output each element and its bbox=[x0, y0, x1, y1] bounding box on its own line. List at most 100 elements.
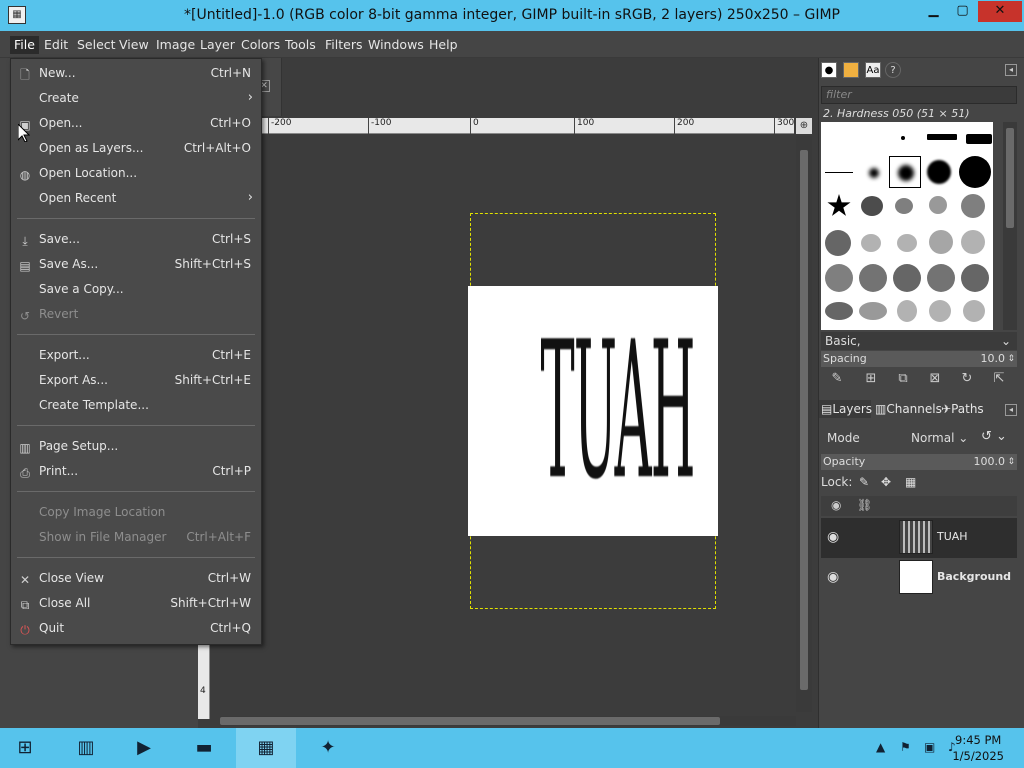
powershell-icon[interactable]: ▶ bbox=[116, 728, 172, 768]
brush-thumb[interactable] bbox=[895, 198, 913, 214]
edit-brush-icon[interactable]: ✎ bbox=[827, 371, 847, 386]
brush-thumb[interactable] bbox=[825, 264, 853, 292]
brush-thumb[interactable] bbox=[927, 160, 951, 184]
close-window-button[interactable]: ✕ bbox=[978, 1, 1022, 22]
menu-item-open-as-layers[interactable]: Open as Layers... Ctrl+Alt+O bbox=[11, 137, 261, 162]
menu-item-print[interactable]: ⎙ Print... Ctrl+P bbox=[11, 460, 261, 485]
brush-thumb[interactable] bbox=[929, 196, 947, 214]
brush-thumb[interactable] bbox=[869, 168, 879, 178]
gimp-image-taskbar-icon[interactable]: ▦ bbox=[236, 728, 296, 768]
lock-pixels-icon[interactable]: ✎ bbox=[859, 475, 869, 489]
start-button[interactable]: ⊞ bbox=[0, 728, 50, 768]
delete-brush-icon[interactable]: ⊠ bbox=[925, 371, 945, 386]
brush-thumb[interactable] bbox=[827, 194, 851, 216]
menu-colors[interactable]: Colors bbox=[237, 36, 284, 54]
brush-thumb[interactable] bbox=[927, 264, 955, 292]
horizontal-scrollbar[interactable] bbox=[220, 716, 796, 726]
menu-item-create[interactable]: Create › bbox=[11, 87, 261, 112]
tray-expand-icon[interactable]: ▲ bbox=[876, 740, 885, 754]
menu-item-create-template[interactable]: Create Template... bbox=[11, 394, 261, 419]
brushes-tab-icon[interactable]: ● bbox=[821, 62, 837, 78]
dock-menu-icon[interactable]: ◂ bbox=[1005, 404, 1017, 416]
visibility-eye-icon[interactable]: ◉ bbox=[827, 529, 839, 545]
menu-item-quit[interactable]: ⏻ Quit Ctrl+Q bbox=[11, 617, 261, 642]
brush-preset-select[interactable]: Basic, ⌄ bbox=[821, 332, 1017, 350]
brush-thumb[interactable] bbox=[897, 300, 917, 322]
visibility-eye-icon[interactable]: ◉ bbox=[827, 569, 839, 585]
server-manager-icon[interactable]: ▥ bbox=[58, 728, 114, 768]
fonts-tab-icon[interactable]: Aa bbox=[865, 62, 881, 78]
menu-item-open-location[interactable]: ◍ Open Location... bbox=[11, 162, 261, 187]
minimize-button[interactable]: ▁ bbox=[920, 1, 947, 22]
brush-thumb[interactable] bbox=[825, 302, 853, 320]
brush-thumb[interactable] bbox=[825, 172, 853, 173]
menu-windows[interactable]: Windows bbox=[364, 36, 428, 54]
brush-thumb[interactable] bbox=[861, 196, 883, 216]
opacity-slider[interactable]: Opacity 100.0 ⇕ bbox=[821, 454, 1017, 470]
menu-item-new[interactable]: 🗋 New... Ctrl+N bbox=[11, 62, 261, 87]
mode-select[interactable]: Normal ⌄ bbox=[911, 429, 973, 447]
brush-thumb[interactable] bbox=[893, 264, 921, 292]
new-brush-icon[interactable]: ⊞ bbox=[861, 371, 881, 386]
brush-thumb[interactable] bbox=[929, 230, 953, 254]
brush-filter-input[interactable]: filter bbox=[821, 86, 1017, 104]
menu-item-export[interactable]: Export... Ctrl+E bbox=[11, 344, 261, 369]
brush-thumb-selected[interactable] bbox=[889, 156, 921, 188]
menu-layer[interactable]: Layer bbox=[196, 36, 239, 54]
scroll-thumb[interactable] bbox=[220, 717, 720, 725]
brush-thumb[interactable] bbox=[961, 194, 985, 218]
menu-item-open-recent[interactable]: Open Recent › bbox=[11, 187, 261, 212]
spin-icon[interactable]: ⇕ bbox=[1007, 454, 1015, 470]
tab-channels[interactable]: ▥Channels bbox=[873, 400, 942, 418]
clock[interactable]: 9:45 PM 1/5/2025 bbox=[952, 732, 1004, 764]
menu-image[interactable]: Image bbox=[152, 36, 199, 54]
menu-tools[interactable]: Tools bbox=[281, 36, 320, 54]
duplicate-brush-icon[interactable]: ⧉ bbox=[893, 371, 913, 386]
spacing-slider[interactable]: Spacing 10.0 ⇕ bbox=[821, 351, 1017, 367]
maximize-button[interactable]: ▢ bbox=[949, 1, 976, 22]
brush-thumb[interactable] bbox=[901, 136, 905, 140]
brush-thumb[interactable] bbox=[966, 134, 992, 144]
brush-thumb[interactable] bbox=[859, 264, 887, 292]
refresh-brushes-icon[interactable]: ↻ bbox=[957, 371, 977, 386]
menu-item-save-as[interactable]: ▤ Save As... Shift+Ctrl+S bbox=[11, 253, 261, 278]
brush-thumb[interactable] bbox=[927, 134, 957, 140]
gimp-taskbar-icon[interactable]: ✦ bbox=[300, 728, 356, 768]
brush-grid[interactable] bbox=[821, 122, 993, 330]
brush-thumb[interactable] bbox=[961, 230, 985, 254]
brush-to-image-icon[interactable]: ⇱ bbox=[989, 371, 1009, 386]
file-explorer-icon[interactable]: ▬ bbox=[176, 728, 232, 768]
scroll-thumb[interactable] bbox=[1006, 128, 1014, 228]
menu-help[interactable]: Help bbox=[425, 36, 462, 54]
brush-thumb[interactable] bbox=[825, 230, 851, 256]
menu-item-open[interactable]: ▣ Open... Ctrl+O bbox=[11, 112, 261, 137]
lock-position-icon[interactable]: ✥ bbox=[881, 475, 891, 489]
menu-file[interactable]: File bbox=[10, 36, 39, 54]
menu-item-save[interactable]: ⤓ Save... Ctrl+S bbox=[11, 228, 261, 253]
image-canvas[interactable]: TUAH bbox=[468, 286, 718, 536]
menu-select[interactable]: Select bbox=[73, 36, 120, 54]
patterns-tab-icon[interactable] bbox=[843, 62, 859, 78]
brush-thumb[interactable] bbox=[959, 156, 991, 188]
horizontal-ruler[interactable]: -200 -100 0 100 200 300 bbox=[208, 118, 794, 134]
vertical-scrollbar[interactable] bbox=[796, 136, 812, 712]
brush-thumb[interactable] bbox=[961, 264, 989, 292]
brush-scrollbar[interactable] bbox=[1003, 122, 1017, 330]
mode-reset-icon[interactable]: ↺ ⌄ bbox=[981, 429, 1017, 444]
menu-item-page-setup[interactable]: ▥ Page Setup... bbox=[11, 435, 261, 460]
menu-item-save-copy[interactable]: Save a Copy... bbox=[11, 278, 261, 303]
lock-alpha-icon[interactable]: ▦ bbox=[905, 475, 916, 489]
menu-edit[interactable]: Edit bbox=[40, 36, 72, 54]
menu-item-close-view[interactable]: ✕ Close View Ctrl+W bbox=[11, 567, 261, 592]
scroll-thumb[interactable] bbox=[800, 150, 808, 690]
spin-icon[interactable]: ⇕ bbox=[1007, 351, 1015, 367]
brush-thumb[interactable] bbox=[897, 234, 917, 252]
action-center-icon[interactable]: ⚑ bbox=[900, 740, 911, 754]
brush-thumb[interactable] bbox=[861, 234, 881, 252]
brush-thumb[interactable] bbox=[859, 302, 887, 320]
menu-filters[interactable]: Filters bbox=[321, 36, 366, 54]
tab-layers[interactable]: ▤Layers bbox=[819, 400, 872, 418]
tab-paths[interactable]: ✈Paths bbox=[939, 400, 987, 418]
brush-thumb[interactable] bbox=[963, 300, 985, 322]
layer-row[interactable]: ◉ Background bbox=[821, 558, 1017, 598]
